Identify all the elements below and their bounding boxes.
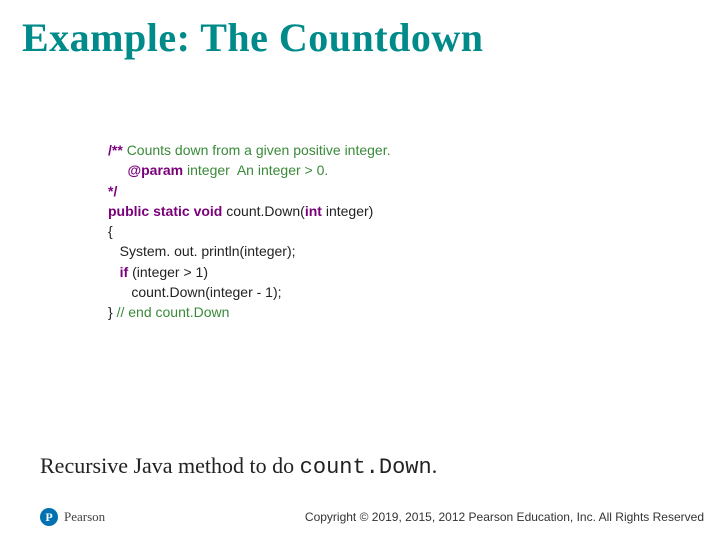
publisher-name: Pearson	[64, 509, 105, 525]
slide-title: Example: The Countdown	[22, 14, 483, 61]
code-token: integer)	[326, 203, 373, 219]
caption-prefix: Recursive Java method to do	[40, 453, 300, 478]
copyright-footer: Copyright © 2019, 2015, 2012 Pearson Edu…	[305, 510, 704, 524]
code-token: count.Down(integer - 1);	[108, 284, 282, 300]
code-token: (integer > 1)	[132, 264, 208, 280]
code-token: integer An integer > 0.	[183, 162, 328, 178]
code-block: /** Counts down from a given positive in…	[108, 140, 628, 323]
code-token	[108, 162, 127, 178]
code-token: System. out. println(integer);	[108, 243, 296, 259]
caption-suffix: .	[432, 453, 438, 478]
caption: Recursive Java method to do count.Down.	[40, 453, 437, 480]
code-token: */	[108, 183, 117, 199]
caption-mono: count.Down	[300, 455, 432, 480]
code-token: int	[305, 203, 326, 219]
code-token: // end count.Down	[117, 304, 230, 320]
code-token: count.Down(	[226, 203, 305, 219]
code-token: @param	[127, 162, 183, 178]
slide: Example: The Countdown /** Counts down f…	[0, 0, 720, 540]
code-token: if	[120, 264, 132, 280]
code-token	[108, 264, 120, 280]
code-token: {	[108, 223, 113, 239]
pearson-mark-icon: P	[40, 508, 58, 526]
code-token: public static void	[108, 203, 226, 219]
publisher-logo: P Pearson	[40, 508, 105, 526]
code-token: /**	[108, 142, 127, 158]
code-token: }	[108, 304, 117, 320]
code-token: Counts down from a given positive intege…	[127, 142, 391, 158]
